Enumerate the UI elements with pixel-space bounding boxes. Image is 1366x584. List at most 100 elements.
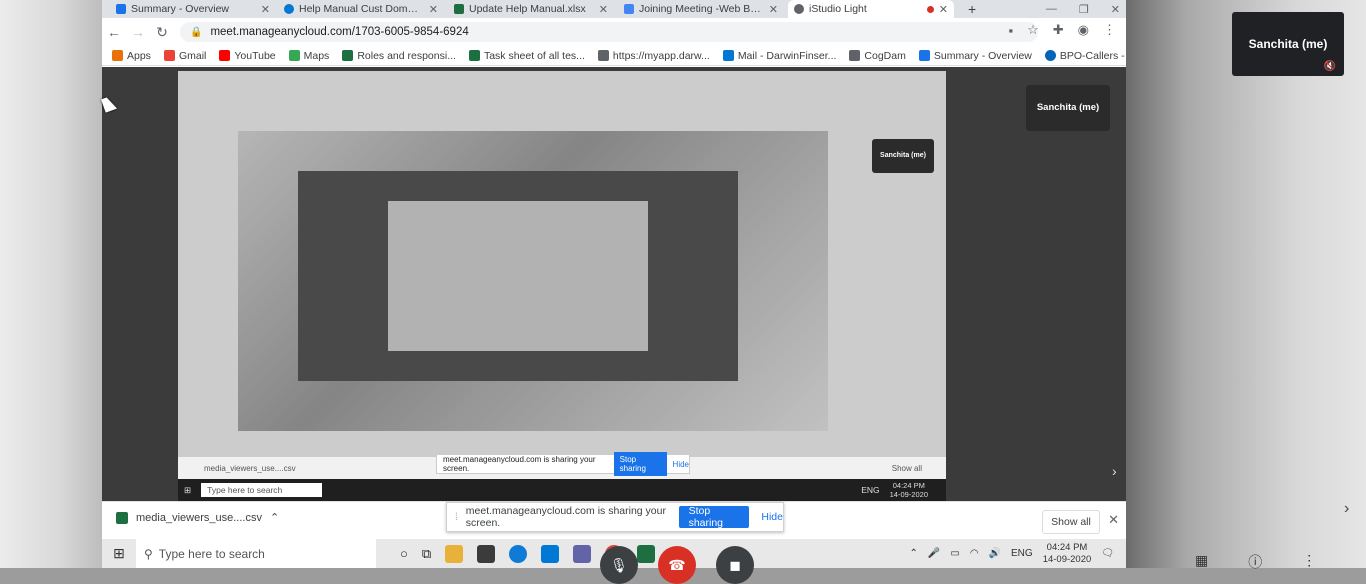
- participant-name: Sanchita (me): [880, 152, 926, 159]
- cortana-icon[interactable]: ○: [400, 546, 408, 561]
- back-icon[interactable]: ←: [102, 24, 126, 40]
- mic-off-icon[interactable]: 🎙: [600, 546, 638, 584]
- lock-icon: 🔒: [190, 26, 203, 38]
- reload-icon[interactable]: ↻: [150, 24, 174, 41]
- bookmarks-bar: Apps Gmail YouTube Maps Roles and respon…: [102, 46, 1126, 66]
- chevron-up-icon[interactable]: ⌃: [910, 548, 918, 559]
- bookmark-summary[interactable]: Summary - Overview: [918, 50, 1032, 62]
- menu-icon[interactable]: ⋮: [1103, 22, 1116, 38]
- taskbar-search-input[interactable]: ⚲ Type here to search: [136, 539, 376, 568]
- clock[interactable]: 04:24 PM 14-09-2020: [1043, 542, 1092, 566]
- bookmark-gmail[interactable]: Gmail: [163, 49, 207, 62]
- close-icon[interactable]: ✕: [939, 3, 948, 16]
- close-icon[interactable]: ✕: [1108, 512, 1119, 528]
- bookmark-label: Maps: [303, 49, 330, 62]
- shared-screen-view: Sanchita (me) Sanchita (me) media_viewer…: [102, 67, 1126, 501]
- google-icon: [163, 50, 175, 61]
- tab-title: Update Help Manual.xlsx: [469, 3, 586, 15]
- nested-taskbar: ⊞ Type here to search ENG 04:24 PM 14-09-…: [178, 479, 946, 501]
- tab-strip: Summary - Overview ✕ Help Manual Cust Do…: [102, 0, 1126, 18]
- bookmark-bpo-callers[interactable]: BPO-Callers - OneD...: [1044, 49, 1126, 62]
- forward-icon[interactable]: →: [126, 24, 150, 40]
- hide-link[interactable]: Hide: [761, 511, 783, 523]
- bookmark-maps[interactable]: Maps: [288, 49, 330, 62]
- azure-devops-icon: [116, 4, 126, 14]
- more-options-icon[interactable]: ⋮: [1302, 552, 1316, 572]
- task-view-icon[interactable]: ⧉: [422, 546, 431, 562]
- info-icon[interactable]: ⓘ: [1248, 552, 1262, 572]
- tile-layout-icon[interactable]: ▦: [1195, 552, 1208, 572]
- chevron-right-icon[interactable]: ›: [1112, 463, 1117, 479]
- azure-devops-icon: [918, 50, 930, 61]
- hang-up-icon[interactable]: ☎: [658, 546, 696, 584]
- sharing-message: meet.manageanycloud.com is sharing your …: [465, 505, 666, 529]
- browser-window: Summary - Overview ✕ Help Manual Cust Do…: [102, 0, 1126, 568]
- chevron-up-icon[interactable]: ⌃: [270, 511, 279, 524]
- nested-lang: ENG: [861, 485, 880, 495]
- bookmark-apps[interactable]: Apps: [112, 50, 151, 62]
- language-indicator[interactable]: ENG: [1011, 548, 1033, 559]
- clock-date: 14-09-2020: [1042, 553, 1092, 565]
- search-placeholder: Type here to search: [158, 546, 265, 561]
- apps-grid-icon: [112, 50, 123, 61]
- drag-handle-icon[interactable]: ⁞: [455, 512, 458, 523]
- close-window-icon[interactable]: ✕: [1111, 3, 1120, 16]
- mic-muted-icon: 🔇: [1323, 61, 1336, 72]
- close-icon[interactable]: ✕: [261, 3, 270, 16]
- tab-title: Summary - Overview: [131, 3, 230, 15]
- stop-sharing-button[interactable]: Stop sharing: [678, 505, 750, 529]
- bookmark-task-sheet[interactable]: Task sheet of all tes...: [468, 50, 585, 62]
- bookmark-myapp[interactable]: https://myapp.darw...: [597, 50, 710, 62]
- volume-icon[interactable]: 🔊: [989, 548, 1001, 559]
- bookmark-label: YouTube: [234, 49, 276, 62]
- extensions-icon[interactable]: ✚: [1053, 22, 1064, 38]
- windows-start-icon[interactable]: ⊞: [102, 545, 136, 562]
- edge-icon[interactable]: [509, 544, 528, 563]
- bookmark-cogdam[interactable]: CogDam: [849, 50, 906, 62]
- csv-file-icon: [116, 511, 128, 524]
- self-video-tile[interactable]: Sanchita (me) 🔇: [1232, 12, 1344, 76]
- bookmark-mail[interactable]: Mail - DarwinFinser...: [722, 50, 836, 62]
- chevron-right-icon[interactable]: ›: [1344, 500, 1349, 518]
- bookmark-label: Apps: [127, 49, 151, 62]
- tab-istudio-light[interactable]: iStudio Light ✕: [788, 0, 954, 18]
- store-icon[interactable]: [477, 544, 496, 563]
- toolbar-icons: ▪ ☆ ✚ ◉ ⋮: [1008, 22, 1116, 38]
- nested-show-all: Show all: [891, 463, 922, 473]
- bookmark-label: Gmail: [178, 49, 207, 62]
- tab-joining-meeting[interactable]: Joining Meeting -Web Browser ✕: [618, 0, 784, 18]
- close-icon[interactable]: ✕: [429, 3, 438, 16]
- maximize-icon[interactable]: ❐: [1079, 3, 1089, 16]
- bookmark-roles[interactable]: Roles and responsi...: [342, 50, 456, 62]
- profile-icon[interactable]: ◉: [1078, 22, 1089, 38]
- bookmark-youtube[interactable]: YouTube: [219, 49, 276, 62]
- tab-help-manual-link[interactable]: Help Manual Cust Domain Link ✕: [278, 0, 444, 18]
- teams-icon[interactable]: [573, 544, 592, 563]
- meeting-controls: 🎙 ☎ ◼: [600, 546, 754, 584]
- camera-off-icon[interactable]: ◼: [716, 546, 754, 584]
- notifications-icon[interactable]: 🗨: [1101, 548, 1114, 559]
- minimize-icon[interactable]: —: [1046, 3, 1057, 15]
- nested-stop-sharing: Stop sharing: [613, 452, 667, 476]
- tab-summary-overview[interactable]: Summary - Overview ✕: [110, 0, 276, 18]
- file-explorer-icon[interactable]: [445, 544, 464, 563]
- mail-icon[interactable]: [541, 544, 560, 563]
- bookmark-star-icon[interactable]: ☆: [1027, 22, 1039, 38]
- address-bar[interactable]: 🔒 meet.manageanycloud.com/1703-6005-9854…: [180, 22, 1038, 42]
- new-tab-button[interactable]: +: [962, 0, 984, 18]
- wifi-icon[interactable]: ◠: [970, 548, 979, 559]
- close-icon[interactable]: ✕: [599, 3, 608, 16]
- maps-icon: [288, 50, 300, 61]
- show-all-button[interactable]: Show all: [1042, 510, 1100, 534]
- tab-update-help-manual[interactable]: Update Help Manual.xlsx ✕: [448, 0, 614, 18]
- download-item[interactable]: media_viewers_use....csv ⌃: [116, 511, 279, 524]
- battery-icon[interactable]: ▭: [950, 548, 959, 559]
- window-controls: — ❐ ✕: [1046, 0, 1120, 18]
- recording-icon: [926, 5, 934, 13]
- bookmark-label: BPO-Callers - OneD...: [1059, 49, 1126, 62]
- camera-icon[interactable]: ▪: [1008, 23, 1013, 38]
- globe-icon: [794, 4, 804, 14]
- cloud-icon: [284, 4, 294, 14]
- microphone-icon[interactable]: 🎤: [928, 548, 940, 559]
- close-icon[interactable]: ✕: [769, 3, 778, 16]
